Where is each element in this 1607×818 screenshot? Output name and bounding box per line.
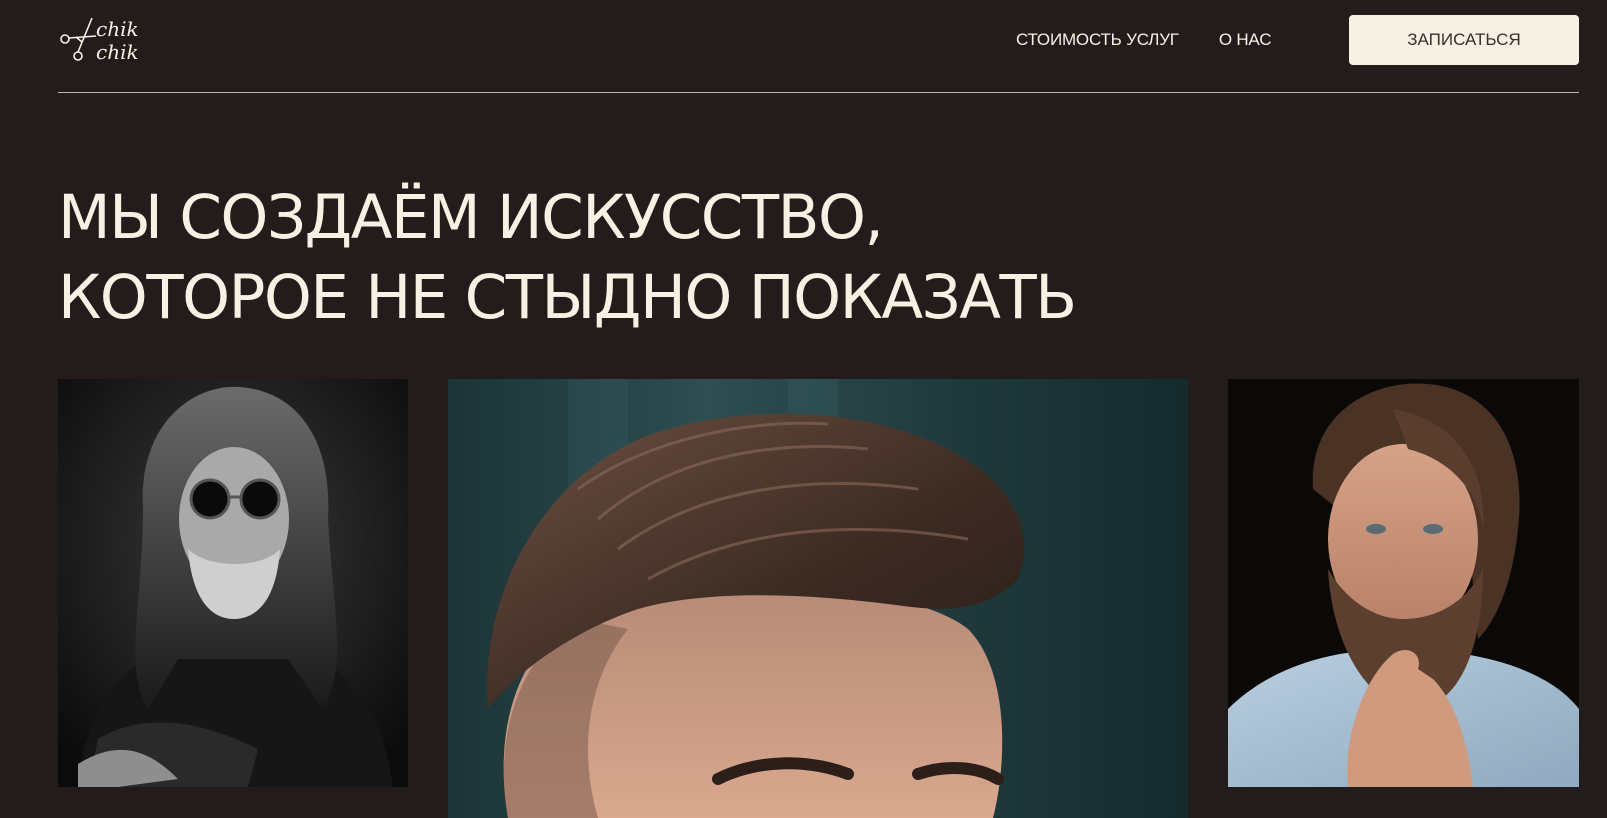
nav-link-about[interactable]: О НАС [1219, 30, 1272, 50]
portrait-long-hair-image [58, 379, 408, 787]
gallery-photo-1 [58, 379, 408, 787]
gallery-photo-2 [448, 379, 1188, 818]
scissors-icon [60, 17, 97, 61]
logo-line-1: chik [96, 17, 139, 41]
book-appointment-button[interactable]: ЗАПИСАТЬСЯ [1349, 15, 1579, 65]
site-header: chik chik СТОИМОСТЬ УСЛУГ О НАС ЗАПИСАТЬ… [58, 0, 1579, 93]
gallery-photo-3 [1228, 379, 1579, 787]
quiff-haircut-image [448, 379, 1188, 818]
hero-title: МЫ СОЗДАЁМ ИСКУССТВО, КОТОРОЕ НЕ СТЫДНО … [58, 178, 1077, 338]
hero-title-line-2: КОТОРОЕ НЕ СТЫДНО ПОКАЗАТЬ [58, 262, 1077, 333]
nav-link-prices[interactable]: СТОИМОСТЬ УСЛУГ [1016, 30, 1179, 50]
hero-title-line-1: МЫ СОЗДАЁМ ИСКУССТВО, [58, 182, 884, 253]
bearded-man-image [1228, 379, 1579, 787]
logo[interactable]: chik chik [58, 16, 148, 66]
logo-wordmark: chik chik [96, 18, 139, 64]
logo-line-2: chik [96, 40, 139, 64]
main-nav: СТОИМОСТЬ УСЛУГ О НАС [1016, 30, 1271, 50]
